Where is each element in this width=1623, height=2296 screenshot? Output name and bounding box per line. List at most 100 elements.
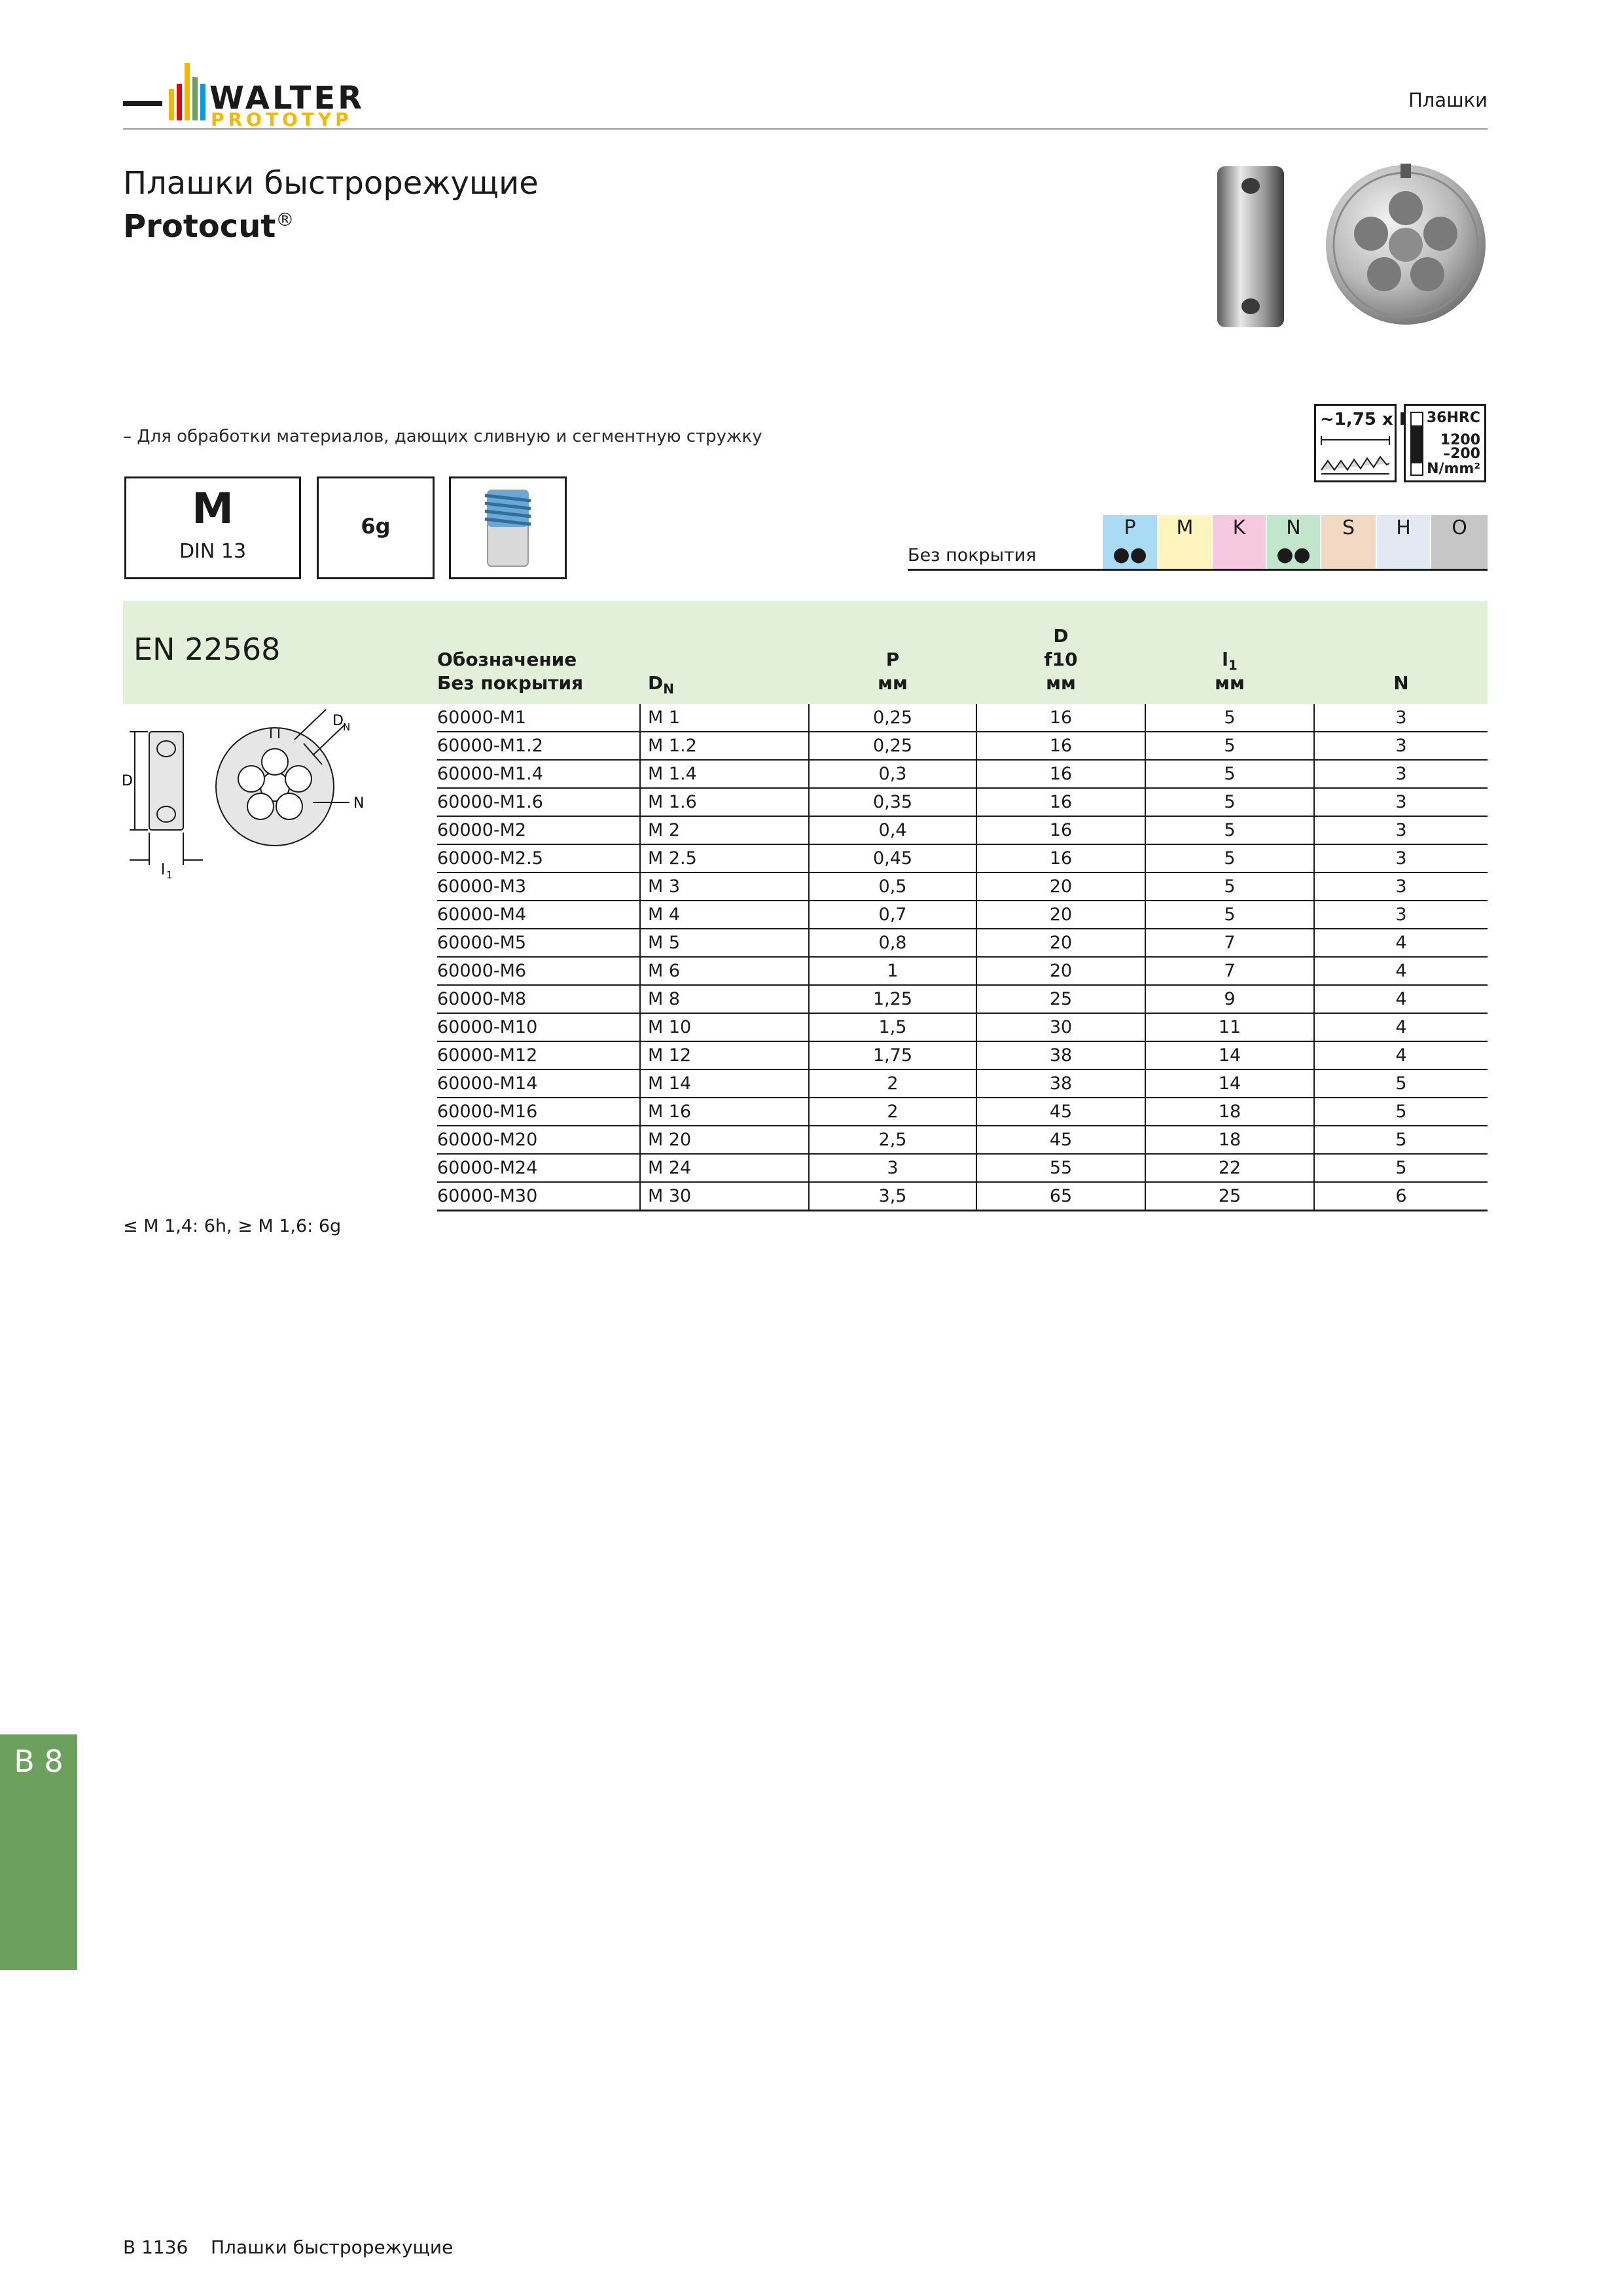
thread-shape-box: [449, 476, 567, 579]
cell-designation: 60000-M1.6: [437, 792, 543, 812]
table-row: 60000-M1.4 M 1.4 0,3 16 5 3: [437, 761, 1488, 789]
cell-diameter: 45: [1049, 1130, 1073, 1150]
cell-dn: M 14: [648, 1073, 692, 1094]
tolerance-footnote: ≤ M 1,4: 6h, ≥ M 1,6: 6g: [123, 1216, 342, 1236]
cell-pitch: 1,75: [872, 1045, 913, 1066]
external-thread-icon: [484, 490, 531, 567]
cell-length: 5: [1224, 905, 1236, 925]
header-divider: [123, 128, 1488, 130]
cell-flutes: 3: [1395, 876, 1407, 897]
cell-pitch: 2: [887, 1102, 899, 1122]
section-tab[interactable]: B 8: [0, 1734, 77, 1970]
table-row: 60000-M5 M 5 0,8 20 7 4: [437, 929, 1488, 958]
hardness-scale-icon: [1410, 412, 1423, 476]
material-table-rule: [908, 569, 1488, 571]
cell-dn: M 2.5: [648, 848, 697, 869]
suitability-h: [1377, 541, 1430, 569]
cell-flutes: 5: [1395, 1158, 1407, 1178]
table-row: 60000-M12 M 12 1,75 38 14 4: [437, 1042, 1488, 1070]
cell-dn: M 1.2: [648, 736, 697, 756]
product-name-text: Protocut: [123, 208, 276, 245]
cell-flutes: 3: [1395, 764, 1407, 784]
cell-flutes: 3: [1395, 848, 1407, 869]
cell-flutes: 4: [1395, 1017, 1407, 1037]
header-d: D: [1053, 625, 1069, 647]
walter-prototyp-logo: WALTER PROTOTYP: [123, 63, 362, 130]
page-number: B 1136: [123, 2236, 188, 2258]
suitability-n: ●●: [1267, 541, 1320, 569]
table-row: 60000-M1.2 M 1.2 0,25 16 5 3: [437, 732, 1488, 761]
pitch-label: ~1,75 x P: [1320, 410, 1412, 429]
drawing-label-n: N: [353, 795, 364, 812]
cell-designation: 60000-M10: [437, 1017, 538, 1037]
suitability-s: [1321, 541, 1376, 569]
cell-length: 5: [1224, 876, 1236, 897]
cell-diameter: 55: [1049, 1158, 1073, 1178]
cell-designation: 60000-M24: [437, 1158, 538, 1178]
cell-diameter: 25: [1049, 989, 1073, 1009]
cell-pitch: 0,5: [878, 876, 907, 897]
cell-dn: M 20: [648, 1130, 692, 1150]
table-row: 60000-M24 M 24 3 55 22 5: [437, 1155, 1488, 1183]
cell-length: 9: [1224, 989, 1236, 1009]
table-row: 60000-M20 M 20 2,5 45 18 5: [437, 1126, 1488, 1155]
table-row: 60000-M3 M 3 0,5 20 5 3: [437, 873, 1488, 901]
cell-diameter: 20: [1049, 933, 1073, 953]
cell-designation: 60000-M20: [437, 1130, 538, 1150]
tolerance-box: 6g: [317, 476, 435, 579]
cell-flutes: 4: [1395, 1045, 1407, 1066]
suitability-o: [1431, 541, 1488, 569]
cell-designation: 60000-M12: [437, 1045, 538, 1066]
cell-pitch: 0,4: [878, 820, 907, 840]
table-row: 60000-M8 M 8 1,25 25 9 4: [437, 986, 1488, 1014]
table-row: 60000-M14 M 14 2 38 14 5: [437, 1070, 1488, 1098]
cell-designation: 60000-M4: [437, 905, 527, 925]
suitability-m: [1158, 541, 1211, 569]
cell-flutes: 4: [1395, 933, 1407, 953]
cell-length: 14: [1218, 1073, 1241, 1094]
drawing-label-l1: l: [161, 862, 165, 878]
cell-length: 5: [1224, 736, 1236, 756]
registered-mark: ®: [276, 209, 294, 230]
cell-dn: M 1.6: [648, 792, 697, 812]
hardness-hrc: 36HRC: [1426, 410, 1480, 426]
cell-diameter: 65: [1049, 1186, 1073, 1206]
drawing-label-d: D: [122, 773, 133, 789]
cell-designation: 60000-M1.4: [437, 764, 543, 784]
table-bottom-rule: [437, 1210, 1488, 1211]
cell-length: 7: [1224, 933, 1236, 953]
table-row: 60000-M1 M 1 0,25 16 5 3: [437, 704, 1488, 732]
cell-pitch: 0,25: [872, 736, 913, 756]
cell-flutes: 3: [1395, 820, 1407, 840]
cell-flutes: 3: [1395, 708, 1407, 728]
cell-length: 5: [1224, 764, 1236, 784]
standard-label: EN 22568: [134, 632, 281, 667]
cell-designation: 60000-M6: [437, 961, 527, 981]
header-l1-text: l: [1222, 649, 1228, 670]
pitch-length-icon: ~1,75 x P: [1314, 404, 1412, 482]
cell-dn: M 1.4: [648, 764, 697, 784]
cell-pitch: 0,25: [872, 708, 913, 728]
material-group-m: M: [1158, 515, 1211, 541]
footer-title: Плашки быстрорежущие: [211, 2236, 454, 2258]
table-row: 60000-M6 M 6 1 20 7 4: [437, 958, 1488, 986]
thread-type-box: M DIN 13: [124, 476, 301, 579]
cell-pitch: 2: [887, 1073, 899, 1094]
cell-diameter: 16: [1049, 820, 1073, 840]
cell-pitch: 3,5: [878, 1186, 907, 1206]
material-group-s: S: [1321, 515, 1376, 541]
cell-designation: 60000-M5: [437, 933, 527, 953]
cell-diameter: 16: [1049, 764, 1073, 784]
header-designation: Обозначение: [437, 649, 577, 670]
table-row: 60000-M2 M 2 0,4 16 5 3: [437, 817, 1488, 845]
cell-diameter: 20: [1049, 876, 1073, 897]
header-l1-unit: мм: [1215, 672, 1245, 694]
cell-dn: M 16: [648, 1102, 692, 1122]
cell-flutes: 3: [1395, 736, 1407, 756]
header-p-unit: мм: [878, 672, 908, 694]
header-l1-sub: 1: [1228, 657, 1238, 673]
cell-length: 18: [1218, 1102, 1241, 1122]
cell-dn: M 4: [648, 905, 681, 925]
thread-standard: DIN 13: [179, 540, 247, 563]
cell-flutes: 5: [1395, 1073, 1407, 1094]
